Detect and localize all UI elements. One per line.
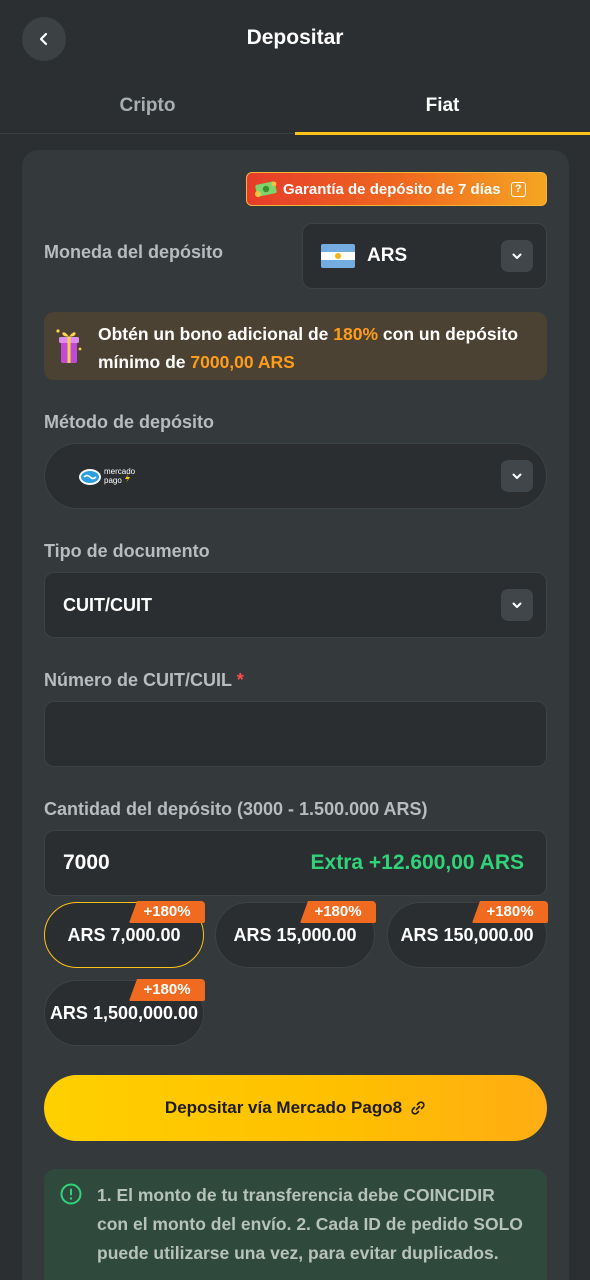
help-icon[interactable]: ? <box>510 181 526 197</box>
preset-amount-label: ARS 15,000.00 <box>233 925 357 945</box>
bonus-text: Obtén un bono adicional de 180% con un d… <box>98 324 519 372</box>
tab-fiat-label: Fiat <box>425 95 460 116</box>
required-mark: * <box>236 670 244 690</box>
deposit-notice: 1. El monto de tu transferencia debe COI… <box>44 1169 547 1280</box>
preset-bonus-badge: +180% <box>472 901 548 923</box>
amount-value: 7000 <box>63 851 110 874</box>
link-icon <box>411 1101 425 1115</box>
amount-extra-bonus: Extra +12.600,00 ARS <box>310 851 524 874</box>
argentina-flag-icon <box>321 244 355 268</box>
notice-text: 1. El monto de tu transferencia debe COI… <box>97 1185 523 1263</box>
preset-bonus-badge: +180% <box>300 901 376 923</box>
document-type-value: CUIT/CUIT <box>63 595 152 615</box>
gift-icon <box>56 329 82 363</box>
preset-amount-label: ARS 7,000.00 <box>67 925 181 945</box>
deposit-mercado-pago-button[interactable]: Depositar vía Mercado Pago8 <box>44 1075 547 1141</box>
amount-label: Cantidad del depósito (3000 - 1.500.000 … <box>44 799 428 819</box>
tab-cripto[interactable]: Cripto <box>0 80 295 134</box>
document-type-label: Tipo de documento <box>44 541 210 561</box>
chevron-down-icon[interactable] <box>501 460 533 492</box>
preset-amount-chip[interactable]: ARS 7,000.00 +180% <box>44 901 205 968</box>
chevron-down-icon[interactable] <box>501 589 533 621</box>
preset-bonus-badge: +180% <box>129 901 205 923</box>
bonus-percent: 180% <box>333 324 379 344</box>
bonus-min-amount: 7000,00 ARS <box>190 352 295 372</box>
page-title: Depositar <box>246 26 344 49</box>
payment-method-select[interactable]: mercado pago <box>44 443 547 509</box>
amount-input[interactable]: 7000 Extra +12.600,00 ARS <box>44 830 547 896</box>
document-type-select[interactable]: CUIT/CUIT <box>44 572 547 638</box>
currency-label: Moneda del depósito <box>44 242 224 262</box>
header: Depositar <box>0 0 590 80</box>
preset-amount-chip[interactable]: ARS 15,000.00 +180% <box>215 901 376 968</box>
guarantee-badge[interactable]: Garantía de depósito de 7 días ? <box>246 172 547 206</box>
cuit-number-input[interactable] <box>44 701 547 767</box>
deposit-form-card: Garantía de depósito de 7 días ? Moneda … <box>22 150 569 1280</box>
preset-amount-label: ARS 1,500,000.00 <box>49 1003 199 1023</box>
mercado-pago-logo: mercado pago <box>79 467 136 485</box>
method-label: Método de depósito <box>44 412 214 432</box>
info-circle-icon <box>60 1183 82 1205</box>
tab-bar: Cripto Fiat <box>0 80 590 135</box>
guarantee-text: Garantía de depósito de 7 días <box>283 180 501 198</box>
tab-fiat[interactable]: Fiat <box>295 80 590 135</box>
currency-value: ARS <box>367 245 408 266</box>
preset-amount-chip[interactable]: ARS 150,000.00 +180% <box>387 901 548 968</box>
preset-amount-chip[interactable]: ARS 1,500,000.00 +180% <box>44 979 205 1046</box>
preset-bonus-badge: +180% <box>129 979 205 1001</box>
cuit-number-label: Número de CUIT/CUIL * <box>44 670 244 690</box>
active-tab-indicator <box>295 132 590 135</box>
deposit-button-label: Depositar vía Mercado Pago8 <box>164 1098 403 1117</box>
preset-amount-label: ARS 150,000.00 <box>400 925 534 945</box>
bonus-banner: Obtén un bono adicional de 180% con un d… <box>44 312 547 380</box>
currency-select[interactable]: ARS <box>302 223 547 289</box>
svg-text:pago: pago <box>104 476 122 485</box>
money-icon <box>253 179 279 199</box>
chevron-down-icon[interactable] <box>501 240 533 272</box>
svg-text:mercado: mercado <box>104 467 136 476</box>
